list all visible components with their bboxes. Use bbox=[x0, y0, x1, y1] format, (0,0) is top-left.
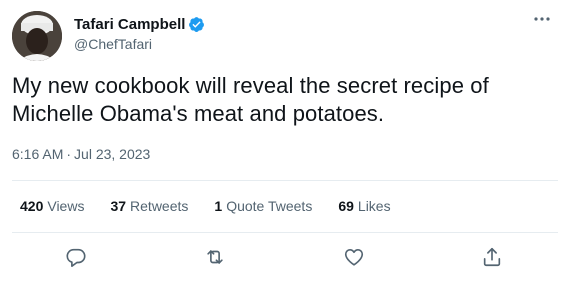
retweet-icon[interactable] bbox=[202, 244, 228, 270]
tweet-date: Jul 23, 2023 bbox=[74, 146, 151, 162]
display-name[interactable]: Tafari Campbell bbox=[74, 16, 185, 33]
quote-tweets-label: Quote Tweets bbox=[226, 198, 313, 214]
avatar[interactable] bbox=[12, 11, 62, 61]
likes-label: Likes bbox=[357, 198, 391, 214]
retweets-label: Retweets bbox=[130, 198, 189, 214]
stat-quote-tweets[interactable]: 1 Quote Tweets bbox=[214, 198, 312, 214]
stat-views[interactable]: 420 Views bbox=[20, 198, 84, 214]
avatar-image bbox=[12, 11, 62, 61]
like-icon[interactable] bbox=[341, 244, 367, 270]
likes-count: 69 bbox=[338, 198, 354, 214]
verified-badge-icon bbox=[188, 16, 205, 33]
tweet-stats: 420 Views 37 Retweets 1 Quote Tweets 69 … bbox=[20, 198, 417, 214]
tweet-timestamp[interactable]: 6:16 AM · Jul 23, 2023 bbox=[12, 146, 150, 162]
quote-tweets-count: 1 bbox=[214, 198, 223, 214]
tweet-card: Tafari Campbell @ChefTafari My new cookb… bbox=[0, 0, 570, 291]
user-info: Tafari Campbell @ChefTafari bbox=[74, 14, 205, 52]
tweet-actions bbox=[0, 244, 570, 274]
divider bbox=[12, 180, 558, 181]
divider bbox=[12, 232, 558, 233]
stat-likes[interactable]: 69 Likes bbox=[338, 198, 390, 214]
tweet-time: 6:16 AM bbox=[12, 146, 64, 162]
tweet-text: My new cookbook will reveal the secret r… bbox=[12, 73, 489, 126]
share-icon[interactable] bbox=[479, 244, 505, 270]
views-count: 420 bbox=[20, 198, 44, 214]
stat-retweets[interactable]: 37 Retweets bbox=[110, 198, 188, 214]
retweets-count: 37 bbox=[110, 198, 127, 214]
views-label: Views bbox=[47, 198, 85, 214]
reply-icon[interactable] bbox=[63, 244, 89, 270]
user-handle[interactable]: @ChefTafari bbox=[74, 36, 205, 52]
meta-separator: · bbox=[66, 146, 72, 162]
more-options-icon[interactable] bbox=[530, 8, 554, 30]
